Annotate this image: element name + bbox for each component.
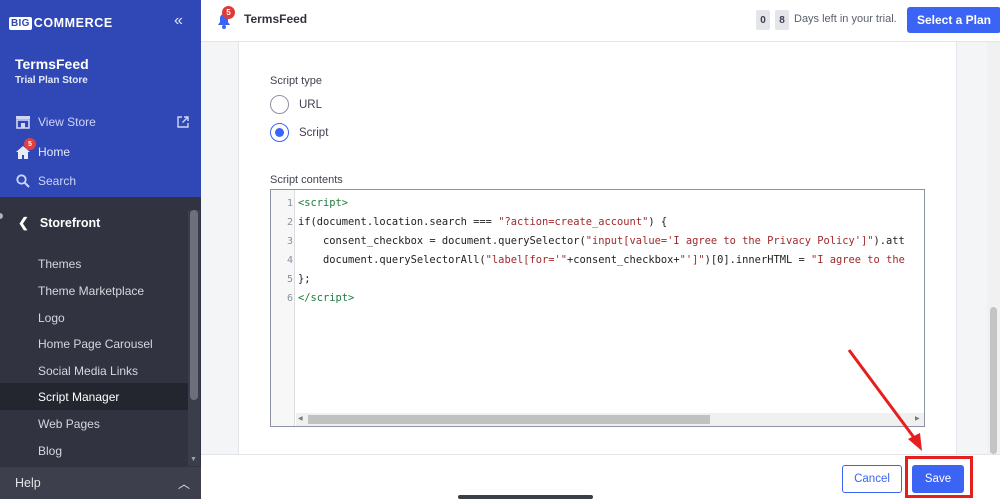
help-label: Help	[15, 476, 41, 490]
sidebar-item-home-page-carousel[interactable]: Home Page Carousel	[0, 330, 188, 357]
bigcommerce-logo[interactable]: BIG COMMERCE	[9, 14, 113, 32]
help-menu[interactable]: Help ︿	[0, 467, 201, 499]
notification-badge: 5	[222, 6, 235, 19]
sidebar-item-blog[interactable]: Blog	[0, 437, 188, 464]
external-link-icon[interactable]	[177, 116, 189, 128]
script-type-label: Script type	[270, 75, 322, 87]
sidebar-item-theme-marketplace[interactable]: Theme Marketplace	[0, 277, 188, 304]
line-number: 5	[286, 274, 293, 285]
line-number: 6	[286, 293, 293, 304]
code-line: consent_checkbox = document.querySelecto…	[298, 235, 905, 247]
line-number: 1	[286, 198, 293, 209]
topbar-store-name: TermsFeed	[244, 12, 308, 26]
home-link[interactable]: 5 Home	[15, 138, 71, 162]
trial-digit-ones: 8	[775, 10, 789, 30]
view-store-link[interactable]: View Store	[15, 112, 96, 132]
sidebar-item-logo[interactable]: Logo	[0, 304, 188, 331]
line-number: 3	[286, 236, 293, 247]
store-plan: Trial Plan Store	[15, 75, 88, 86]
page-scrollbar[interactable]	[987, 42, 1000, 454]
search-label: Search	[38, 174, 77, 188]
chevron-up-icon: ︿	[178, 477, 191, 491]
annotation-arrow-icon	[847, 349, 922, 451]
home-label: Home	[38, 145, 71, 159]
code-line: document.querySelectorAll("label[for='"+…	[298, 254, 905, 266]
code-line: };	[298, 273, 311, 285]
sidebar-item-themes[interactable]: Themes	[0, 250, 188, 277]
script-code-editor[interactable]: 1 2 3 4 5 6 <script> if(document.locatio…	[270, 189, 925, 427]
storefront-icon	[15, 114, 31, 130]
cancel-button[interactable]: Cancel	[842, 465, 902, 493]
home-icon: 5	[15, 138, 36, 160]
footer-handle	[458, 495, 593, 499]
top-bar: 5 TermsFeed 0 8 Days left in your trial.…	[201, 0, 1000, 42]
radio-script-circle[interactable]	[270, 123, 289, 142]
editor-scrollbar-thumb[interactable]	[308, 415, 710, 424]
logo-big: BIG	[9, 16, 32, 30]
radio-url-label: URL	[299, 98, 323, 111]
storefront-back-button[interactable]: ❮ Storefront	[0, 205, 188, 241]
select-plan-button[interactable]: Select a Plan	[907, 7, 1000, 33]
logo-commerce: COMMERCE	[33, 16, 113, 30]
search-link[interactable]: Search	[15, 171, 76, 191]
radio-script-label: Script	[299, 126, 329, 139]
chevron-left-icon: ❮	[18, 215, 29, 230]
sidebar-header: BIG COMMERCE « TermsFeed Trial Plan Stor…	[0, 0, 201, 197]
line-number: 2	[286, 217, 293, 228]
sidebar-scrollbar-thumb[interactable]	[190, 210, 198, 400]
search-icon	[15, 173, 31, 189]
code-line: <script>	[298, 197, 349, 209]
radio-script[interactable]: Script	[270, 123, 328, 142]
sidebar-item-social-media-links[interactable]: Social Media Links	[0, 357, 188, 384]
sidebar: BIG COMMERCE « TermsFeed Trial Plan Stor…	[0, 0, 201, 499]
scroll-left-arrow-icon[interactable]: ◀	[298, 415, 303, 422]
save-highlight-box	[905, 456, 973, 498]
action-footer: Cancel Save	[201, 454, 1000, 499]
sidebar-item-script-manager[interactable]: Script Manager	[0, 383, 188, 410]
double-chevron-left-icon[interactable]: «	[174, 12, 183, 30]
line-number-gutter: 1 2 3 4 5 6	[271, 190, 295, 426]
line-number: 4	[286, 255, 293, 266]
scroll-down-arrow-icon[interactable]: ▼	[190, 456, 197, 463]
radio-url-circle[interactable]	[270, 95, 289, 114]
code-line: if(document.location.search === "?action…	[298, 216, 668, 228]
script-contents-label: Script contents	[270, 174, 343, 186]
view-store-label: View Store	[38, 115, 96, 129]
sidebar-scrollbar[interactable]	[188, 210, 200, 466]
editor-horizontal-scrollbar[interactable]: ◀ ▶	[296, 413, 924, 426]
storefront-label: Storefront	[39, 216, 101, 230]
trial-digit-tens: 0	[756, 10, 770, 30]
code-line: </script>	[298, 292, 355, 304]
home-badge: 5	[24, 138, 36, 150]
store-name: TermsFeed	[15, 56, 89, 72]
sidebar-item-web-pages[interactable]: Web Pages	[0, 410, 188, 437]
page-scrollbar-thumb[interactable]	[990, 307, 997, 454]
radio-url[interactable]: URL	[270, 95, 322, 114]
trial-days-text: Days left in your trial.	[794, 13, 897, 25]
